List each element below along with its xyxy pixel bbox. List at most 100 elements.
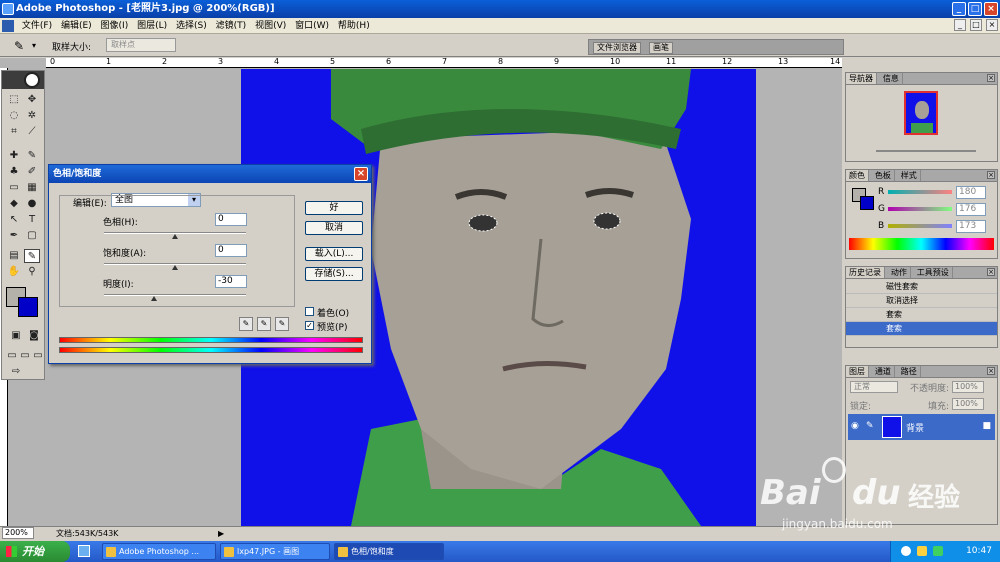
tray-icon[interactable] — [917, 546, 927, 556]
menu-image[interactable]: 图像(I) — [98, 18, 132, 34]
tray-icon[interactable] — [933, 546, 943, 556]
history-item[interactable]: 套索 — [846, 308, 997, 322]
minimize-icon[interactable]: _ — [952, 2, 966, 16]
b-field[interactable]: 173 — [956, 220, 986, 233]
tab-brushes[interactable]: 画笔 — [649, 42, 673, 54]
type-icon[interactable]: T — [24, 213, 40, 227]
eraser-icon[interactable]: ▭ — [6, 181, 22, 195]
menu-edit[interactable]: 编辑(E) — [58, 18, 95, 34]
hue-slider[interactable] — [104, 232, 246, 239]
blend-mode-select[interactable]: 正常 — [850, 381, 898, 393]
menu-layer[interactable]: 图层(L) — [134, 18, 170, 34]
quickmask-mode-icon[interactable]: ◙ — [26, 329, 42, 343]
blur-icon[interactable]: ◆ — [6, 197, 22, 211]
close-icon[interactable]: × — [984, 2, 998, 16]
colorize-checkbox[interactable] — [305, 307, 314, 316]
panel-close-icon[interactable]: × — [987, 74, 995, 82]
layer-row[interactable]: ◉ ✎ 背景 ■ — [848, 414, 995, 440]
hand-icon[interactable]: ✋ — [6, 265, 22, 279]
adobe-eye-icon[interactable] — [24, 72, 40, 88]
doc-minimize-icon[interactable]: _ — [954, 19, 966, 31]
tab-navigator[interactable]: 导航器 — [846, 73, 877, 84]
standard-mode-icon[interactable]: ▣ — [8, 329, 24, 343]
task-photoshop[interactable]: Adobe Photoshop ... — [102, 543, 216, 560]
saturation-field[interactable]: 0 — [215, 244, 247, 257]
load-button[interactable]: 载入(L)... — [305, 247, 363, 261]
menu-view[interactable]: 视图(V) — [252, 18, 289, 34]
hue-slider-thumb[interactable] — [172, 234, 178, 239]
eye-icon[interactable]: ◉ — [851, 421, 859, 431]
eyedropper-icon[interactable]: ✎ — [239, 317, 253, 331]
marquee-icon[interactable]: ⬚ — [6, 93, 22, 107]
tab-file-browser[interactable]: 文件浏览器 — [593, 42, 641, 54]
eyedropper-minus-icon[interactable]: ✎ — [275, 317, 289, 331]
tab-tool-presets[interactable]: 工具预设 — [913, 267, 953, 278]
chevron-down-icon[interactable]: ▾ — [32, 41, 36, 50]
background-color-swatch[interactable] — [18, 297, 38, 317]
menu-filter[interactable]: 滤镜(T) — [213, 18, 250, 34]
tray-icon[interactable] — [901, 546, 911, 556]
r-slider[interactable] — [888, 190, 952, 194]
tab-paths[interactable]: 路径 — [897, 366, 921, 377]
dialog-close-icon[interactable]: × — [354, 167, 368, 181]
menu-select[interactable]: 选择(S) — [173, 18, 210, 34]
start-button[interactable]: 开始 — [0, 541, 70, 562]
b-slider[interactable] — [888, 224, 952, 228]
dodge-icon[interactable]: ● — [24, 197, 40, 211]
panel-close-icon[interactable]: × — [987, 268, 995, 276]
shape-icon[interactable]: ▢ — [24, 229, 40, 243]
screen-mode-full-icon[interactable]: ▭ — [30, 349, 46, 363]
task-paint[interactable]: lxp47.JPG - 画图 — [220, 543, 330, 560]
menu-help[interactable]: 帮助(H) — [335, 18, 373, 34]
eyedropper-icon[interactable]: ✎ — [14, 39, 24, 53]
zoom-icon[interactable]: ⚲ — [24, 265, 40, 279]
tab-swatches[interactable]: 色板 — [871, 170, 895, 181]
lightness-slider-thumb[interactable] — [150, 296, 157, 301]
cancel-button[interactable]: 取消 — [305, 221, 363, 235]
jump-to-imageready-icon[interactable]: ⇨ — [8, 365, 24, 379]
slice-icon[interactable]: ⟋ — [24, 125, 40, 139]
move-icon[interactable]: ✥ — [24, 93, 40, 107]
doc-restore-icon[interactable]: □ — [970, 19, 982, 31]
bg-swatch[interactable] — [860, 196, 874, 210]
ok-button[interactable]: 好 — [305, 201, 363, 215]
path-select-icon[interactable]: ↖ — [6, 213, 22, 227]
sample-size-select[interactable]: 取样点 — [106, 38, 176, 52]
brush-icon[interactable]: ✎ — [24, 149, 40, 163]
save-button[interactable]: 存储(S)... — [305, 267, 363, 281]
maximize-icon[interactable]: □ — [968, 2, 982, 16]
history-brush-icon[interactable]: ✐ — [24, 165, 40, 179]
lasso-icon[interactable]: ◌ — [6, 109, 22, 123]
fill-field[interactable]: 100% — [952, 398, 984, 410]
tab-channels[interactable]: 通道 — [871, 366, 895, 377]
history-item[interactable]: 取消选择 — [846, 294, 997, 308]
healing-brush-icon[interactable]: ✚ — [6, 149, 22, 163]
magic-wand-icon[interactable]: ✲ — [24, 109, 40, 123]
lightness-field[interactable]: -30 — [215, 275, 247, 288]
tab-history[interactable]: 历史记录 — [846, 267, 885, 278]
saturation-slider[interactable] — [104, 263, 246, 270]
show-desktop-icon[interactable] — [78, 545, 90, 557]
saturation-slider-thumb[interactable] — [172, 265, 178, 270]
tab-styles[interactable]: 样式 — [897, 170, 921, 181]
status-menu-arrow-icon[interactable]: ▶ — [218, 527, 224, 540]
zoom-slider[interactable] — [876, 150, 976, 152]
gradient-icon[interactable]: ▦ — [24, 181, 40, 195]
preview-checkbox[interactable]: ✓ — [305, 321, 314, 330]
opacity-field[interactable]: 100% — [952, 381, 984, 393]
history-item-selected[interactable]: 套索 — [846, 322, 997, 336]
zoom-field[interactable]: 200% — [2, 527, 34, 539]
panel-close-icon[interactable]: × — [987, 367, 995, 375]
menu-file[interactable]: 文件(F) — [19, 18, 55, 34]
tab-layers[interactable]: 图层 — [846, 366, 869, 377]
eyedropper-tool-icon[interactable]: ✎ — [24, 249, 40, 263]
tab-actions[interactable]: 动作 — [887, 267, 911, 278]
color-ramp[interactable] — [849, 238, 994, 250]
g-slider[interactable] — [888, 207, 952, 211]
tab-info[interactable]: 信息 — [879, 73, 903, 84]
eyedropper-plus-icon[interactable]: ✎ — [257, 317, 271, 331]
navigator-thumbnail[interactable] — [904, 91, 938, 135]
notes-icon[interactable]: ▤ — [6, 249, 22, 263]
hue-field[interactable]: 0 — [215, 213, 247, 226]
pen-icon[interactable]: ✒ — [6, 229, 22, 243]
